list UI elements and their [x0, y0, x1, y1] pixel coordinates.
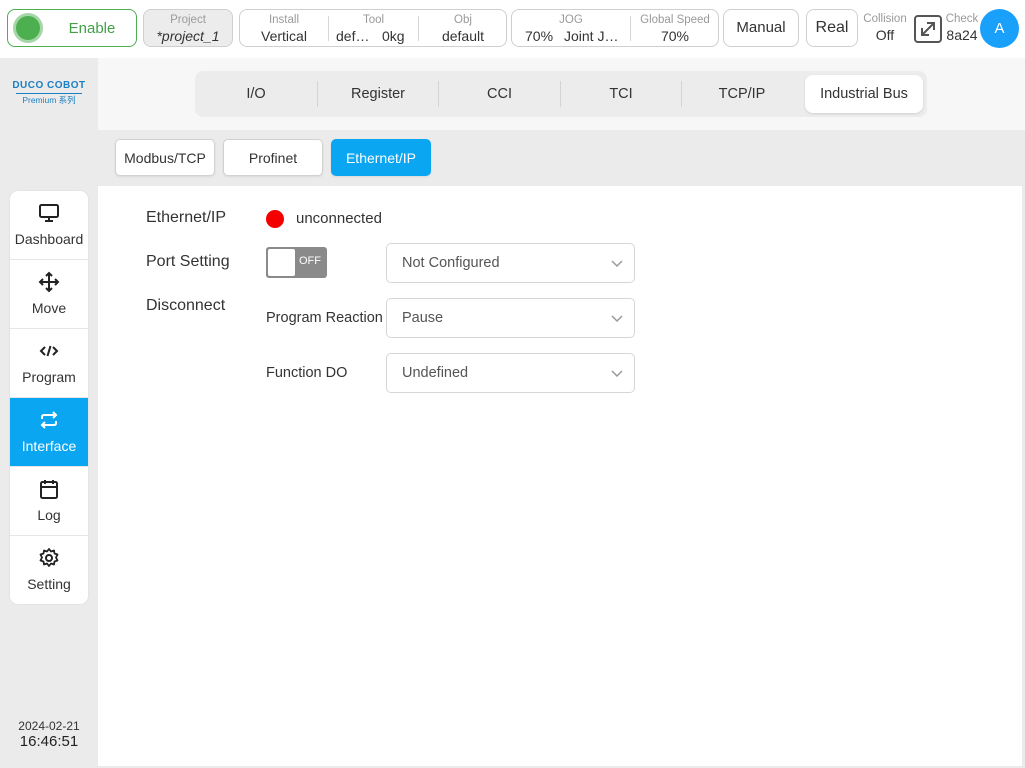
- tool-name: def…: [336, 28, 370, 44]
- code-icon: [10, 340, 88, 362]
- program-reaction-select[interactable]: Pause: [386, 298, 635, 338]
- tab-industrial-bus[interactable]: Industrial Bus: [805, 75, 923, 113]
- current-time: 16:46:51: [19, 733, 79, 750]
- select-value: Undefined: [402, 365, 469, 381]
- subtab-bar: Modbus/TCP Profinet Ethernet/IP: [98, 130, 1025, 186]
- connection-status-text: unconnected: [296, 210, 382, 227]
- port-setting-label: Port Setting: [146, 253, 230, 270]
- disconnect-label: Disconnect: [146, 297, 226, 314]
- obj-value: default: [441, 28, 485, 44]
- check-status[interactable]: Check 8a24: [944, 9, 980, 47]
- tab-register[interactable]: Register: [318, 71, 438, 117]
- user-avatar[interactable]: A: [980, 9, 1019, 48]
- brand-logo: DUCO COBOT Premium 系列: [0, 80, 98, 110]
- subtab-profinet[interactable]: Profinet: [223, 139, 323, 176]
- monitor-icon: [10, 202, 88, 224]
- sidebar-item-label: Setting: [27, 576, 71, 592]
- enable-label: Enable: [68, 20, 116, 37]
- sidebar-item-label: Log: [37, 507, 61, 523]
- divider: [16, 93, 82, 94]
- brand-series: Premium 系列: [22, 95, 76, 105]
- tab-tcp-ip[interactable]: TCP/IP: [682, 71, 802, 117]
- enable-status-icon: [16, 16, 40, 40]
- sidebar-nav: Dashboard Move Program Interface Log Set…: [10, 191, 88, 604]
- chevron-down-icon: [610, 366, 624, 385]
- sidebar-item-dashboard[interactable]: Dashboard: [10, 191, 88, 260]
- main-content: I/O Register CCI TCI TCP/IP Industrial B…: [98, 58, 1025, 768]
- program-reaction-label: Program Reaction: [266, 310, 383, 326]
- gear-icon: [10, 547, 88, 569]
- collision-status[interactable]: Collision Off: [860, 9, 910, 47]
- install-value: Vertical: [261, 28, 307, 44]
- expand-icon[interactable]: [913, 14, 943, 44]
- jog-speed-panel[interactable]: JOG 70% Joint J… Global Speed 70%: [511, 9, 719, 47]
- move-arrows-icon: [10, 271, 88, 293]
- collision-value: Off: [875, 27, 895, 43]
- function-do-select[interactable]: Undefined: [386, 353, 635, 393]
- toggle-state: OFF: [299, 255, 321, 267]
- chevron-down-icon: [610, 256, 624, 275]
- project-name: *project_1: [156, 28, 220, 44]
- check-value: 8a24: [946, 27, 978, 43]
- calendar-icon: [10, 478, 88, 500]
- subtab-modbus-tcp[interactable]: Modbus/TCP: [115, 139, 215, 176]
- tool-load: 0kg: [382, 28, 405, 44]
- tool-caption: Tool: [362, 14, 385, 26]
- sidebar-item-program[interactable]: Program: [10, 329, 88, 398]
- jog-mode: Joint J…: [564, 28, 619, 44]
- toggle-knob: [268, 249, 295, 276]
- subtab-ethernet-ip[interactable]: Ethernet/IP: [331, 139, 431, 176]
- real-mode-button[interactable]: Real: [806, 9, 858, 47]
- brand-name: DUCO COBOT: [12, 80, 86, 91]
- sidebar-item-setting[interactable]: Setting: [10, 536, 88, 604]
- tab-cci[interactable]: CCI: [439, 71, 560, 117]
- port-setting-toggle[interactable]: OFF: [266, 247, 327, 278]
- sidebar-item-log[interactable]: Log: [10, 467, 88, 536]
- install-caption: Install: [268, 14, 300, 26]
- jog-percent: 70%: [525, 28, 554, 44]
- jog-caption: JOG: [559, 14, 583, 26]
- sidebar-item-label: Dashboard: [14, 231, 84, 247]
- status-label: Ethernet/IP: [146, 209, 227, 226]
- tab-tci[interactable]: TCI: [561, 71, 681, 117]
- global-speed-caption: Global Speed: [640, 14, 710, 26]
- tab-io[interactable]: I/O: [195, 71, 317, 117]
- select-value: Not Configured: [402, 255, 500, 271]
- top-status-bar: Enable Project *project_1 Install Vertic…: [0, 0, 1025, 58]
- sidebar-item-move[interactable]: Move: [10, 260, 88, 329]
- manual-mode-button[interactable]: Manual: [723, 9, 799, 47]
- connection-status-icon: [266, 210, 284, 228]
- check-caption: Check: [945, 13, 979, 25]
- tab-bar: I/O Register CCI TCI TCP/IP Industrial B…: [98, 58, 1025, 131]
- sidebar-item-label: Program: [22, 369, 76, 385]
- chevron-down-icon: [610, 311, 624, 330]
- install-tool-obj-panel[interactable]: Install Vertical Tool def… 0kg Obj defau…: [239, 9, 507, 47]
- ethernet-ip-panel: Ethernet/IP unconnected Port Setting OFF…: [98, 186, 1022, 766]
- tab-group: I/O Register CCI TCI TCP/IP Industrial B…: [195, 71, 927, 117]
- sidebar-item-label: Move: [31, 300, 67, 316]
- select-value: Pause: [402, 310, 444, 326]
- obj-caption: Obj: [454, 14, 472, 26]
- project-selector[interactable]: Project *project_1: [143, 9, 233, 47]
- project-caption: Project: [170, 14, 206, 26]
- global-speed-value: 70%: [660, 28, 690, 44]
- current-date: 2024-02-21: [18, 719, 80, 733]
- interface-swap-icon: [10, 409, 88, 431]
- enable-button[interactable]: Enable: [7, 9, 137, 47]
- sidebar-item-label: Interface: [21, 438, 77, 454]
- port-setting-select[interactable]: Not Configured: [386, 243, 635, 283]
- collision-caption: Collision: [863, 13, 907, 25]
- function-do-label: Function DO: [266, 365, 348, 381]
- sidebar-item-interface[interactable]: Interface: [10, 398, 88, 467]
